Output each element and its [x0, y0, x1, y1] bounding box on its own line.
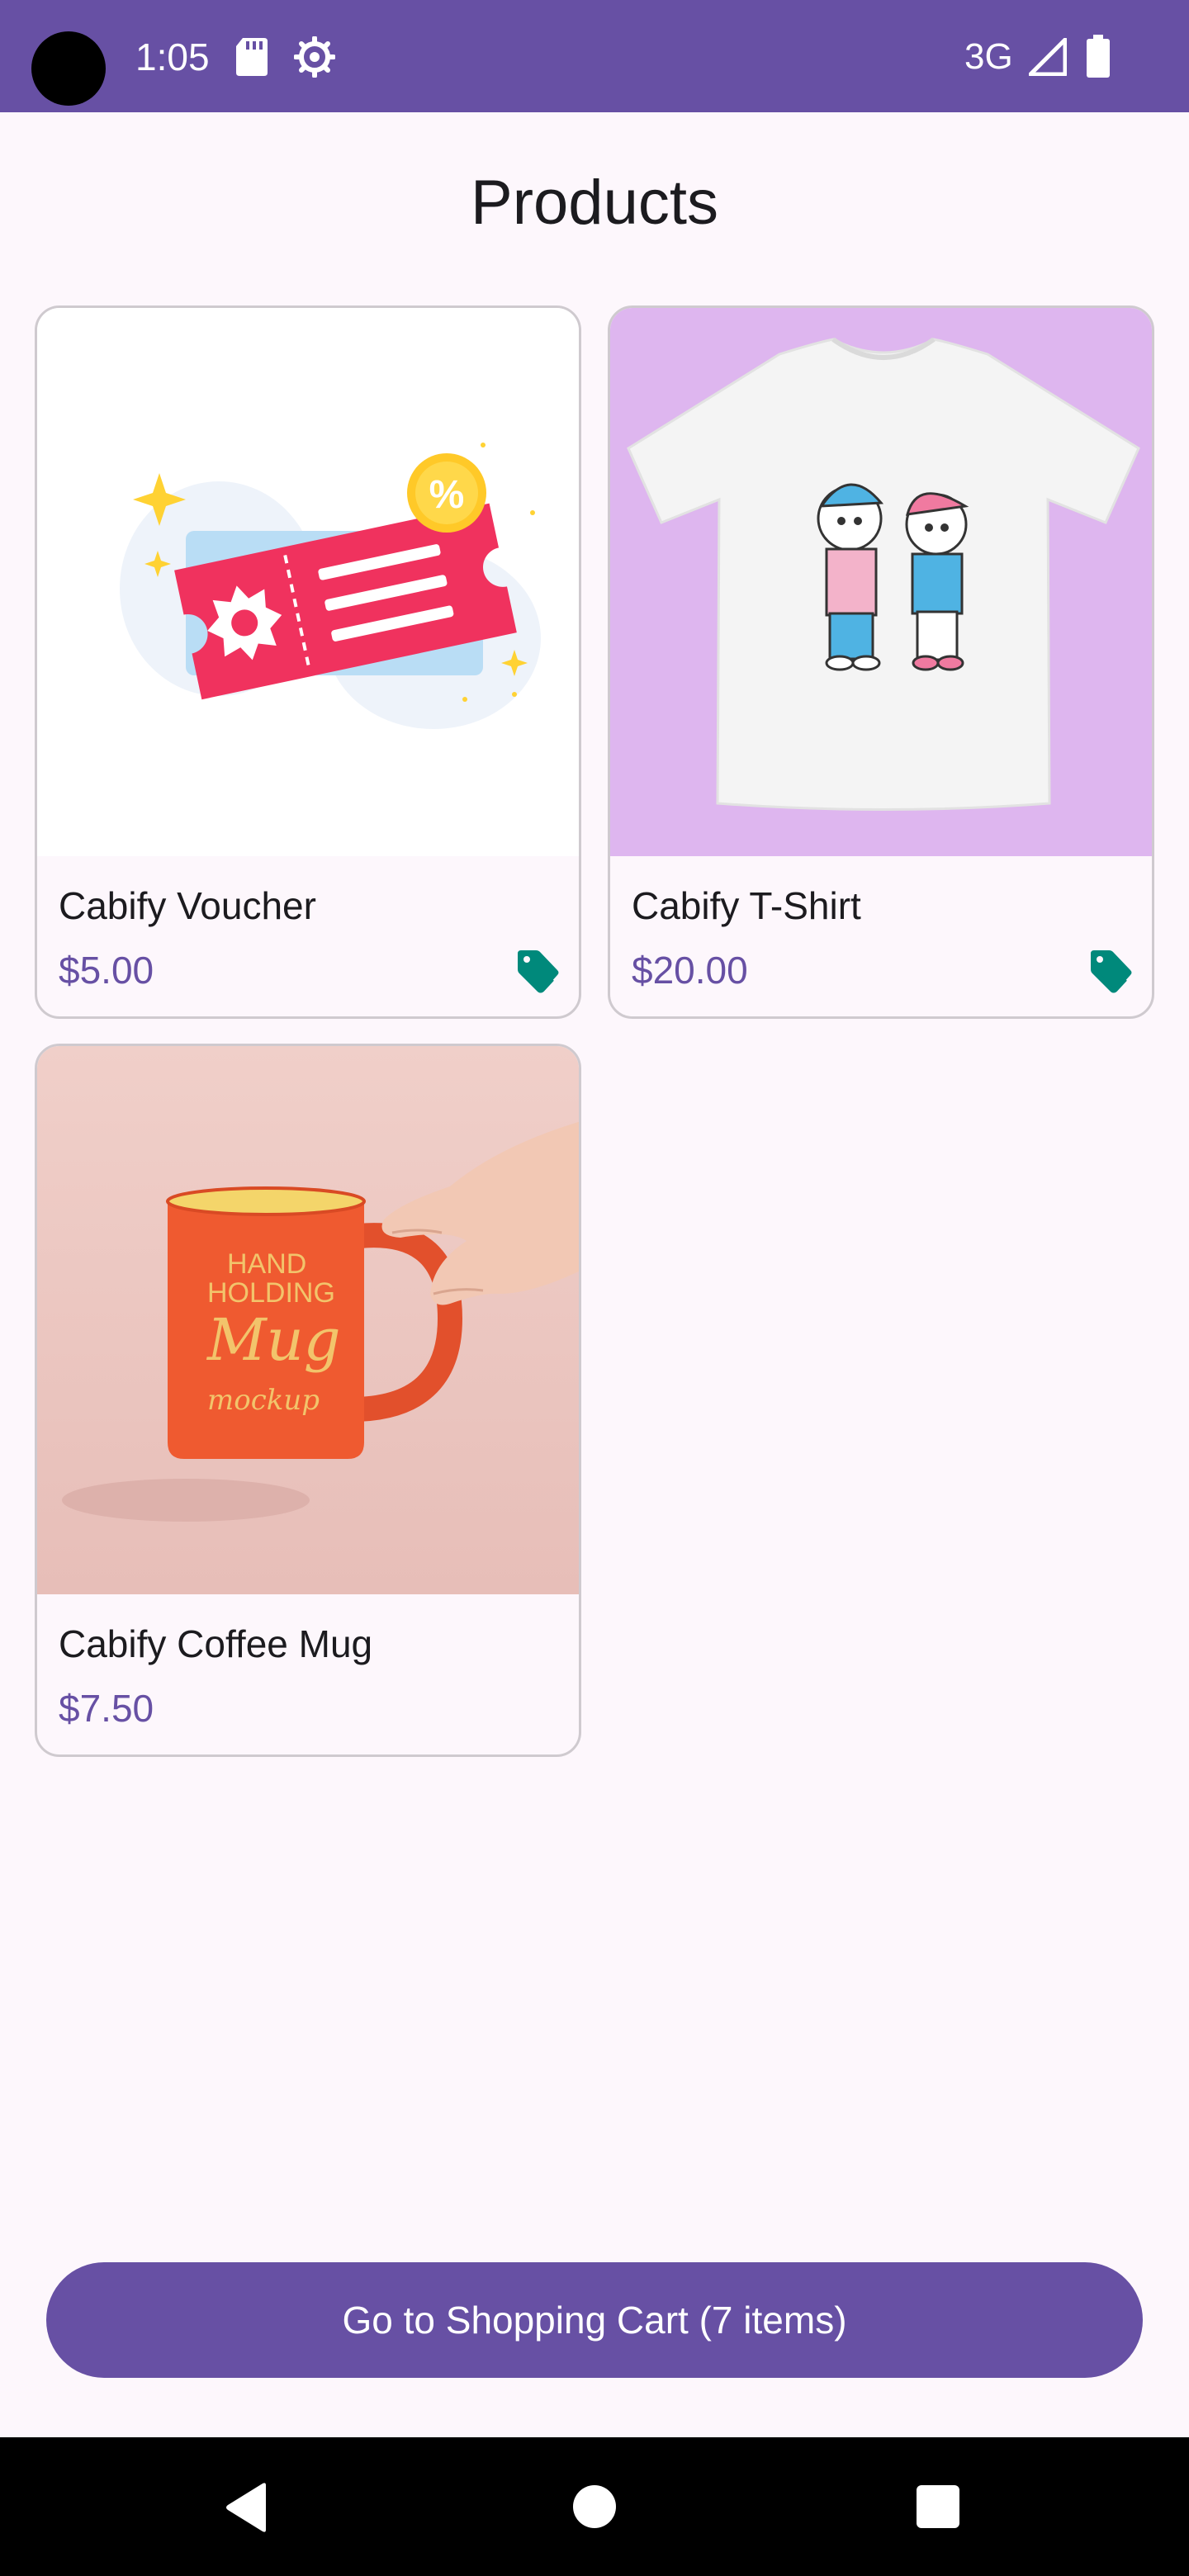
mug-print-text-2: HOLDING: [207, 1277, 335, 1309]
mug-print-text-4: mockup: [207, 1384, 320, 1417]
page-title: Products: [471, 168, 718, 238]
product-name: Cabify Voucher: [59, 884, 316, 927]
mug-print-text-3: Mug: [206, 1306, 341, 1374]
signal-icon: [1029, 38, 1067, 76]
home-icon[interactable]: [573, 2485, 616, 2528]
product-image-tshirt: [610, 308, 1152, 856]
go-to-cart-button[interactable]: Go to Shopping Cart (7 items): [46, 2262, 1143, 2378]
product-price: $7.50: [59, 1687, 154, 1730]
svg-text:%: %: [429, 473, 465, 517]
product-card-tshirt[interactable]: Cabify T-Shirt $20.00: [608, 305, 1154, 1019]
tag-icon: [518, 950, 559, 993]
product-price: $20.00: [632, 949, 748, 992]
status-bar: 1:05 3G: [0, 0, 1189, 112]
product-name: Cabify T-Shirt: [632, 884, 861, 927]
product-image-mug: HAND HOLDING Mug mockup: [37, 1046, 579, 1594]
recents-icon[interactable]: [917, 2485, 959, 2528]
tag-icon: [1091, 950, 1132, 993]
sd-card-icon: [236, 38, 268, 76]
product-image-voucher: %: [37, 308, 579, 856]
gear-icon: [294, 36, 335, 78]
status-time: 1:05: [135, 36, 210, 78]
product-card-mug[interactable]: HAND HOLDING Mug mockup Cabify Coffee Mu…: [35, 1044, 581, 1757]
product-name: Cabify Coffee Mug: [59, 1622, 373, 1665]
back-icon[interactable]: [223, 2482, 269, 2533]
mug-print-text-1: HAND: [227, 1248, 306, 1280]
product-price: $5.00: [59, 949, 154, 992]
camera-cutout: [31, 31, 106, 106]
product-card-voucher[interactable]: % Cabify Voucher $5.00: [35, 305, 581, 1019]
network-type-label: 3G: [964, 36, 1013, 77]
battery-icon: [1087, 35, 1110, 78]
